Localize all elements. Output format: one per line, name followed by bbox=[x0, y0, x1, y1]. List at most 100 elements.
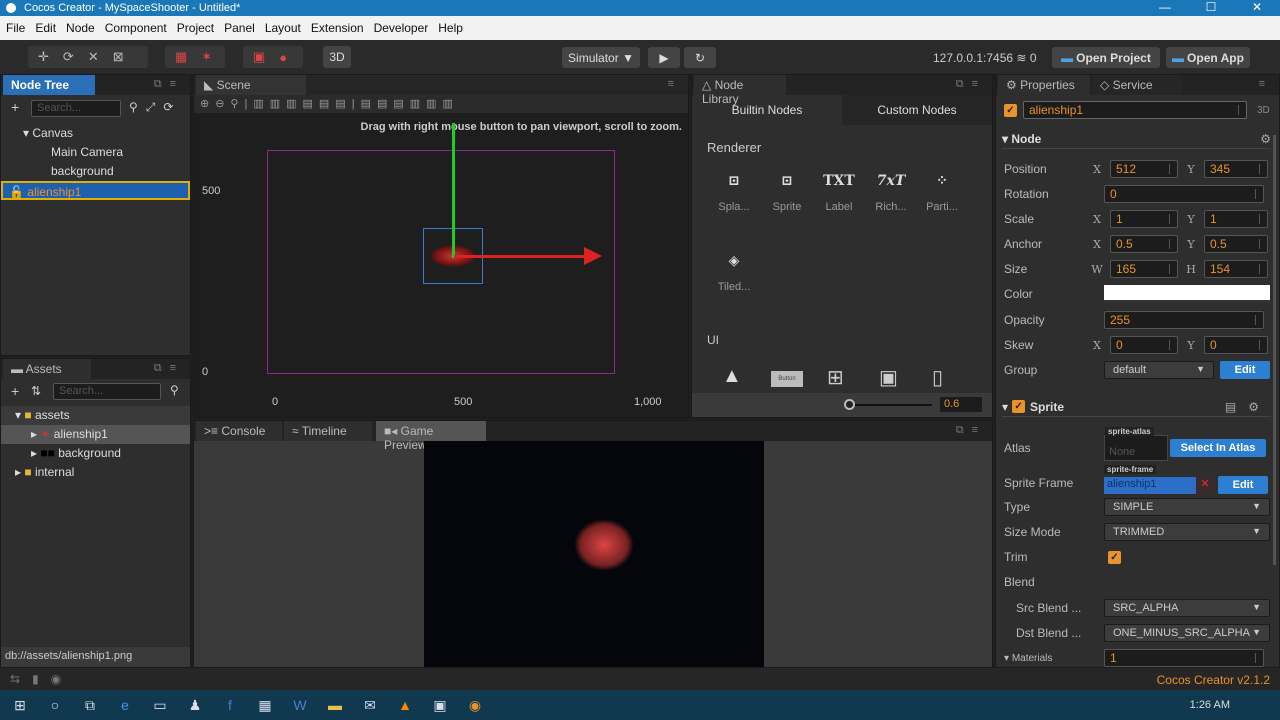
color-swatch[interactable] bbox=[1104, 285, 1270, 303]
size-mode-select[interactable]: TRIMMED bbox=[1104, 523, 1270, 541]
asset-folder-assets[interactable]: ▾ ■ assets bbox=[1, 406, 190, 425]
node-active-checkbox[interactable]: ✓ bbox=[1004, 103, 1017, 117]
tab-timeline[interactable]: ≈ Timeline bbox=[284, 421, 372, 441]
menu-developer[interactable]: Developer bbox=[374, 21, 429, 35]
node-item-splash[interactable]: ⊡ Spla... bbox=[709, 173, 759, 213]
tab-properties[interactable]: ⚙ Properties bbox=[998, 75, 1090, 95]
node-item-particle[interactable]: ⁘ Parti... bbox=[917, 173, 967, 213]
zoom-slider-handle[interactable] bbox=[844, 399, 855, 410]
add-node-icon[interactable]: + bbox=[11, 99, 19, 115]
dst-blend-select[interactable]: ONE_MINUS_SRC_ALPHA bbox=[1104, 624, 1270, 642]
skew-y-input[interactable]: 0 bbox=[1204, 336, 1268, 354]
menu-component[interactable]: Component bbox=[105, 21, 167, 35]
node-item-tiledmap[interactable]: ◈ Tiled... bbox=[709, 253, 759, 293]
search-icon[interactable]: ⚲ bbox=[170, 383, 179, 397]
center-icon[interactable]: ✶ bbox=[201, 49, 212, 65]
expand-icon[interactable]: ⤢ bbox=[146, 100, 164, 114]
book-icon[interactable]: ▤ bbox=[1225, 400, 1248, 414]
asset-search-input[interactable]: Search... bbox=[53, 383, 161, 400]
minimize-button[interactable]: — bbox=[1142, 0, 1188, 14]
anchor-x-input[interactable]: 0.5 bbox=[1110, 235, 1178, 253]
opacity-input[interactable]: 255 bbox=[1104, 311, 1264, 329]
tab-assets[interactable]: ▬ Assets bbox=[3, 359, 91, 379]
refresh-icon[interactable]: ⟳ bbox=[163, 100, 181, 114]
calculator-icon[interactable]: ▦ bbox=[250, 697, 280, 714]
type-select[interactable]: SIMPLE bbox=[1104, 498, 1270, 516]
rotation-input[interactable]: 0 bbox=[1104, 185, 1264, 203]
tree-item-background[interactable]: background bbox=[1, 162, 190, 181]
zoom-value[interactable]: 0.6 bbox=[940, 397, 982, 412]
trim-checkbox[interactable]: ✓ bbox=[1108, 550, 1121, 564]
panel-menu-icon[interactable]: ⧉≡ bbox=[956, 424, 986, 437]
panel-menu-icon[interactable]: ≡ bbox=[1259, 78, 1273, 90]
x-axis-gizmo[interactable] bbox=[454, 255, 589, 258]
node-name-input[interactable]: alienship1 bbox=[1023, 101, 1247, 119]
panel-menu-icon[interactable]: ⧉≡ bbox=[154, 362, 184, 375]
zoom-slider-track[interactable] bbox=[847, 404, 932, 406]
3d-badge[interactable]: 3D bbox=[1257, 105, 1270, 116]
ui-button-icon[interactable]: Button bbox=[771, 371, 803, 387]
menu-edit[interactable]: Edit bbox=[35, 21, 56, 35]
sprite-frame-field[interactable]: sprite-frame alienship1 ✕ bbox=[1104, 464, 1214, 494]
local-icon[interactable]: ▣ bbox=[253, 49, 265, 65]
sort-icon[interactable]: ⇅ bbox=[31, 384, 41, 398]
src-blend-select[interactable]: SRC_ALPHA bbox=[1104, 599, 1270, 617]
group-select[interactable]: default bbox=[1104, 361, 1214, 379]
game-preview-canvas[interactable] bbox=[424, 441, 764, 667]
node-item-richtext[interactable]: 7xT Rich... bbox=[866, 173, 916, 213]
lock-icon[interactable]: 🔓 bbox=[9, 185, 24, 199]
facebook-icon[interactable]: f bbox=[215, 697, 245, 713]
menu-file[interactable]: File bbox=[6, 21, 25, 35]
cortana-icon[interactable]: ○ bbox=[40, 697, 70, 713]
scale-x-input[interactable]: 1 bbox=[1110, 210, 1178, 228]
ui-scrollview-icon[interactable]: ▣ bbox=[879, 365, 898, 390]
vlc-icon[interactable]: ▲ bbox=[390, 697, 420, 713]
move-tool-icon[interactable]: ✛ bbox=[38, 49, 49, 65]
maximize-button[interactable]: ☐ bbox=[1188, 0, 1234, 14]
app-icon[interactable]: ♟ bbox=[180, 697, 210, 714]
properties-scrollbar[interactable] bbox=[1273, 135, 1276, 565]
tree-item-alienship1[interactable]: 🔓 alienship1 bbox=[1, 181, 190, 200]
menu-node[interactable]: Node bbox=[66, 21, 95, 35]
windows-start-icon[interactable]: ⊞ bbox=[5, 697, 35, 714]
asset-alienship1[interactable]: ▸ ✦ alienship1 bbox=[1, 425, 190, 444]
word-icon[interactable]: W bbox=[285, 697, 315, 713]
tab-scene[interactable]: ◣ Scene bbox=[196, 75, 306, 95]
position-x-input[interactable]: 512 bbox=[1110, 160, 1178, 178]
add-asset-icon[interactable]: + bbox=[11, 383, 19, 399]
size-h-input[interactable]: 154 bbox=[1204, 260, 1268, 278]
sync-icon[interactable]: ⇆ bbox=[10, 672, 32, 686]
atlas-field[interactable]: sprite-atlas None bbox=[1104, 427, 1168, 461]
refresh-button[interactable]: ↻ bbox=[684, 47, 716, 68]
asset-background[interactable]: ▸ ■■ background bbox=[1, 444, 190, 463]
menu-panel[interactable]: Panel bbox=[224, 21, 255, 35]
scale-y-input[interactable]: 1 bbox=[1204, 210, 1268, 228]
explorer-icon[interactable]: ▬ bbox=[320, 697, 350, 713]
gear-icon[interactable]: ⚙ bbox=[1248, 400, 1271, 414]
node-search-input[interactable]: Search... bbox=[31, 100, 121, 117]
sprite-collapse-icon[interactable]: ▾ bbox=[1002, 400, 1008, 414]
materials-count-input[interactable]: 1 bbox=[1104, 649, 1264, 667]
pivot-icon[interactable]: ▦ bbox=[175, 49, 187, 65]
ui-layout-icon[interactable]: ⊞ bbox=[827, 365, 844, 390]
y-axis-gizmo[interactable] bbox=[452, 123, 455, 258]
tab-builtin-nodes[interactable]: Builtin Nodes bbox=[692, 95, 842, 125]
tab-custom-nodes[interactable]: Custom Nodes bbox=[842, 95, 992, 125]
sprite-frame-edit-button[interactable]: Edit bbox=[1218, 476, 1268, 494]
open-app-button[interactable]: ▬ Open App bbox=[1166, 47, 1250, 68]
select-in-atlas-button[interactable]: Select In Atlas bbox=[1170, 439, 1266, 457]
search-icon[interactable]: ⚲ bbox=[129, 100, 146, 114]
3d-toggle-button[interactable]: 3D bbox=[323, 46, 351, 68]
rotate-tool-icon[interactable]: ⟳ bbox=[63, 49, 74, 65]
panel-menu-icon[interactable]: ≡ bbox=[668, 78, 682, 90]
gear-icon[interactable]: ⚙ bbox=[1260, 132, 1271, 146]
panel-menu-icon[interactable]: ⧉≡ bbox=[956, 78, 986, 91]
eye-icon[interactable]: ◉ bbox=[51, 672, 73, 686]
mail-icon[interactable]: ✉ bbox=[355, 697, 385, 714]
node-item-sprite[interactable]: ⊡ Sprite bbox=[762, 173, 812, 213]
tab-service[interactable]: ◇ Service bbox=[1092, 75, 1182, 95]
menu-extension[interactable]: Extension bbox=[311, 21, 364, 35]
menu-project[interactable]: Project bbox=[177, 21, 214, 35]
tab-node-tree[interactable]: Node Tree bbox=[3, 75, 95, 95]
terminal-icon[interactable]: ▭ bbox=[145, 697, 175, 714]
